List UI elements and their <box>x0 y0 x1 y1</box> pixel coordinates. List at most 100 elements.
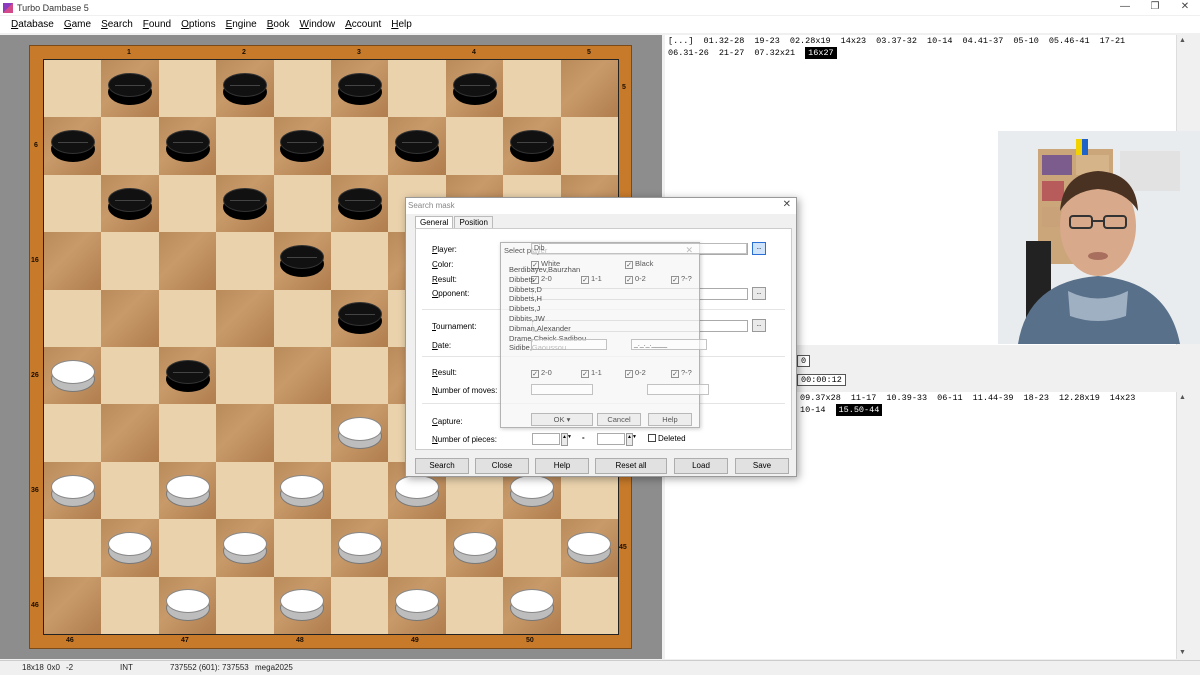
white-piece[interactable] <box>452 531 497 564</box>
board-square[interactable] <box>503 519 561 577</box>
move[interactable]: [...] <box>668 35 694 47</box>
board-square[interactable] <box>216 117 274 175</box>
menu-book[interactable]: Book <box>262 19 295 30</box>
move[interactable]: 02.28x19 <box>790 35 831 47</box>
board-square[interactable] <box>273 289 332 348</box>
move[interactable]: 10.39-33 <box>886 392 927 404</box>
move[interactable]: 11.44-39 <box>973 392 1014 404</box>
board-square[interactable] <box>158 60 217 118</box>
board-square[interactable] <box>44 404 102 462</box>
board-square[interactable] <box>216 232 274 290</box>
tournament-browse-button[interactable]: .. <box>752 319 766 332</box>
notation-bottom-scrollbar[interactable]: ▲ ▼ <box>1176 392 1188 659</box>
help-button[interactable]: Help <box>648 413 692 426</box>
scroll-down-icon[interactable]: ▼ <box>1177 647 1188 659</box>
move[interactable]: 01.32-28 <box>704 35 745 47</box>
save-button[interactable]: Save <box>735 458 789 474</box>
board-square[interactable] <box>560 117 619 175</box>
player-list-item[interactable]: Dibbets,D <box>509 285 693 295</box>
help-button[interactable]: Help <box>535 458 589 474</box>
board-square[interactable] <box>158 232 217 290</box>
board-square[interactable] <box>273 174 332 233</box>
move[interactable]: 17-21 <box>1100 35 1126 47</box>
player-list-item[interactable]: Dibman,Alexander <box>509 324 693 334</box>
white-piece[interactable] <box>165 589 210 622</box>
board-square[interactable] <box>331 461 389 520</box>
result2-unknown-checkbox[interactable]: ✓ ?-? <box>671 368 692 378</box>
black-piece[interactable] <box>165 359 210 392</box>
board-square[interactable] <box>101 232 159 290</box>
black-piece[interactable] <box>452 72 497 105</box>
move[interactable]: 10-14 <box>927 35 953 47</box>
search-button[interactable]: Search <box>415 458 469 474</box>
menu-window[interactable]: Window <box>295 19 341 30</box>
tab-general[interactable]: General <box>415 216 454 228</box>
move[interactable]: 05-10 <box>1013 35 1039 47</box>
board-square[interactable] <box>44 289 102 348</box>
load-button[interactable]: Load <box>674 458 728 474</box>
menu-database[interactable]: Database <box>6 19 59 30</box>
move[interactable]: 19-23 <box>754 35 780 47</box>
white-piece[interactable] <box>50 474 95 507</box>
board-square[interactable] <box>216 461 274 520</box>
moves-max-input[interactable] <box>647 384 709 395</box>
board-square[interactable] <box>44 174 102 233</box>
board-square[interactable] <box>158 174 217 233</box>
menu-options[interactable]: Options <box>176 19 220 30</box>
player-list-item[interactable]: Dibbets <box>509 275 693 285</box>
white-piece[interactable] <box>509 589 554 622</box>
move[interactable]: 06-11 <box>937 392 963 404</box>
move[interactable]: 03.37-32 <box>876 35 917 47</box>
white-piece[interactable] <box>509 474 554 507</box>
board-square[interactable] <box>44 232 102 290</box>
player-browse-button[interactable]: .. <box>752 242 766 255</box>
move[interactable]: 04.41-37 <box>963 35 1004 47</box>
board-square[interactable] <box>273 404 332 462</box>
date-from-input[interactable] <box>531 339 607 350</box>
player-search-input[interactable]: Dib <box>531 243 747 254</box>
board-square[interactable] <box>503 60 561 118</box>
menu-search[interactable]: Search <box>96 19 138 30</box>
move[interactable]: 09.37x28 <box>800 392 841 404</box>
result2-1-1-checkbox[interactable]: ✓ 1-1 <box>581 368 602 378</box>
pieces-min-input[interactable] <box>532 433 560 445</box>
deleted-checkbox[interactable]: Deleted <box>648 434 686 443</box>
board-square[interactable] <box>216 347 274 405</box>
dialog-close-icon[interactable]: ✕ <box>783 199 791 210</box>
white-piece[interactable] <box>50 359 95 392</box>
black-piece[interactable] <box>280 244 325 277</box>
white-piece[interactable] <box>108 531 153 564</box>
board-square[interactable] <box>101 347 159 405</box>
white-piece[interactable] <box>280 474 325 507</box>
pieces-max-spinner[interactable]: ▲▼ <box>626 433 637 446</box>
white-piece[interactable] <box>337 531 382 564</box>
board-square[interactable] <box>158 404 217 462</box>
board-square[interactable] <box>44 576 102 635</box>
black-piece[interactable] <box>50 130 95 163</box>
white-piece[interactable] <box>165 474 210 507</box>
ok-button[interactable]: OK ▾ <box>531 413 593 426</box>
current-move[interactable]: 15.50-44 <box>835 404 883 416</box>
move[interactable]: 21-27 <box>719 47 745 59</box>
black-piece[interactable] <box>337 302 382 335</box>
move[interactable]: 14x23 <box>841 35 867 47</box>
pieces-max-input[interactable] <box>597 433 625 445</box>
minimize-button[interactable]: — <box>1110 0 1140 15</box>
close-button[interactable]: ✕ <box>1170 0 1200 15</box>
board-square[interactable] <box>216 289 274 348</box>
black-piece[interactable] <box>108 187 153 220</box>
board-square[interactable] <box>331 576 389 635</box>
scroll-up-icon[interactable]: ▲ <box>1177 392 1188 404</box>
black-piece[interactable] <box>222 72 267 105</box>
scroll-up-icon[interactable]: ▲ <box>1177 35 1188 47</box>
white-piece[interactable] <box>395 589 440 622</box>
menu-found[interactable]: Found <box>138 19 176 30</box>
board-square[interactable] <box>101 404 159 462</box>
player-list-item[interactable]: Dibbits,JW <box>509 314 693 324</box>
board-square[interactable] <box>388 60 446 118</box>
board-square[interactable] <box>158 519 217 577</box>
reset-all-button[interactable]: Reset all <box>595 458 667 474</box>
board-square[interactable] <box>216 576 274 635</box>
board-square[interactable] <box>331 232 389 290</box>
white-piece[interactable] <box>222 531 267 564</box>
